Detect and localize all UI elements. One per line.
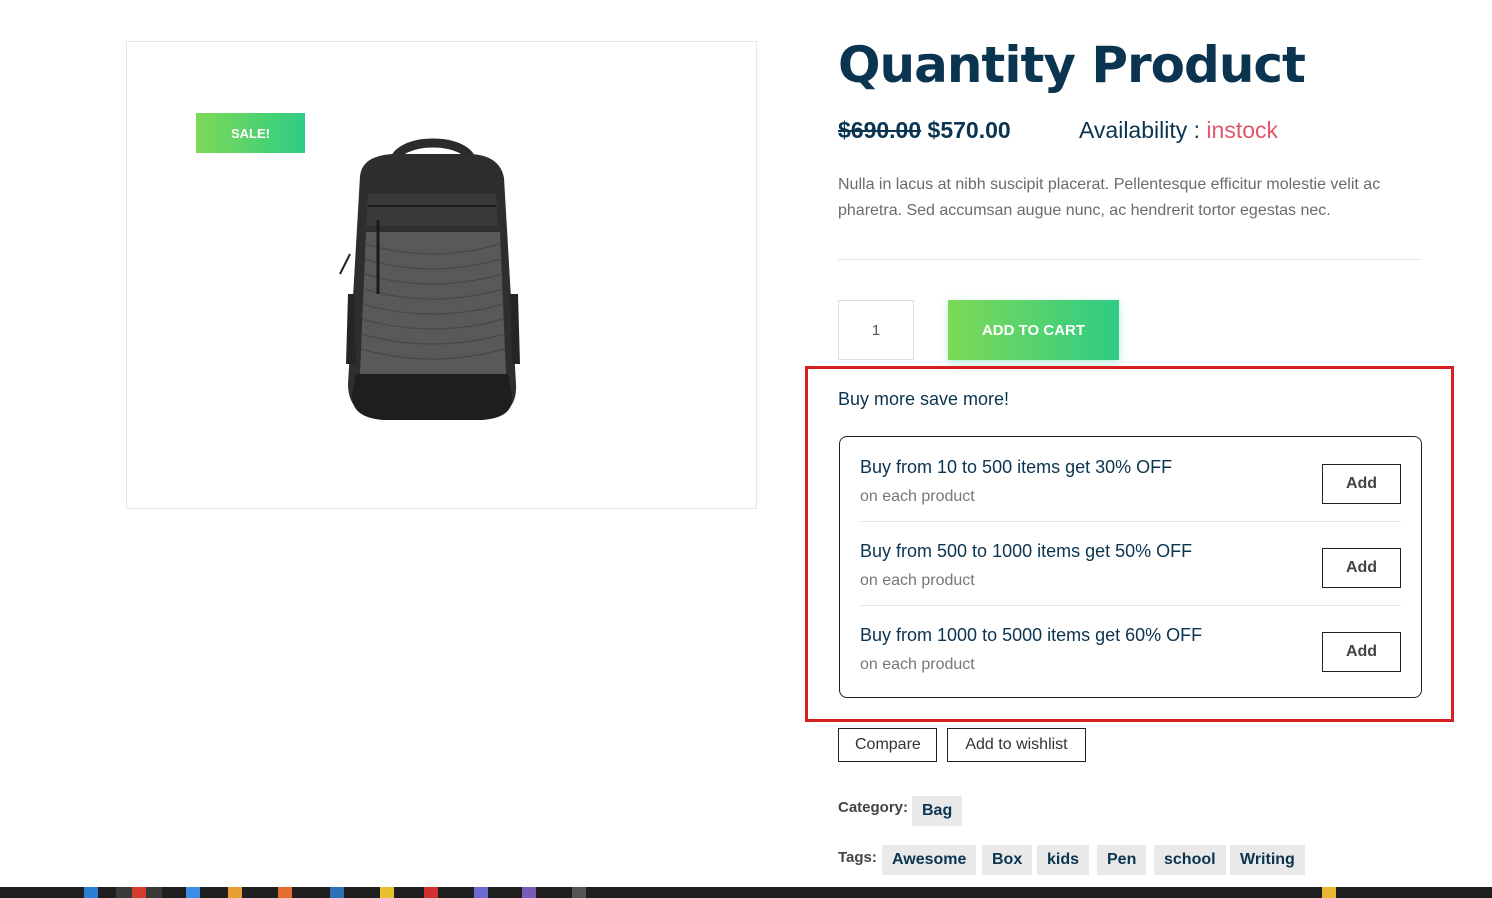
compare-button[interactable]: Compare bbox=[838, 728, 937, 762]
taskbar-app-icon[interactable] bbox=[522, 887, 536, 898]
tag-link[interactable]: Pen bbox=[1097, 845, 1147, 875]
sale-price: $570.00 bbox=[927, 117, 1011, 143]
regular-price: $690.00 bbox=[838, 117, 922, 143]
product-gallery: SALE! bbox=[126, 41, 757, 509]
category-link[interactable]: Bag bbox=[912, 796, 963, 826]
offer-add-button[interactable]: Add bbox=[1322, 632, 1401, 672]
tag-link[interactable]: Writing bbox=[1230, 845, 1305, 875]
chrome-icon[interactable] bbox=[132, 887, 146, 898]
offer-item: Buy from 500 to 1000 items get 50% OFF o… bbox=[860, 521, 1401, 606]
offer-item: Buy from 10 to 500 items get 30% OFF on … bbox=[860, 437, 1401, 522]
offer-add-button[interactable]: Add bbox=[1322, 464, 1401, 504]
sale-badge: SALE! bbox=[196, 113, 305, 153]
offer-title: Buy from 500 to 1000 items get 50% OFF bbox=[860, 541, 1193, 561]
taskbar-app-icon[interactable] bbox=[424, 887, 438, 898]
tag-link[interactable]: Box bbox=[982, 845, 1033, 875]
quantity-input[interactable] bbox=[838, 300, 914, 360]
tag-link[interactable]: kids bbox=[1037, 845, 1090, 875]
add-to-cart-button[interactable]: ADD TO CART bbox=[948, 300, 1119, 360]
category-label: Category: bbox=[838, 799, 909, 816]
taskbar-app-icon[interactable] bbox=[278, 887, 292, 898]
taskbar-app-icon[interactable] bbox=[330, 887, 344, 898]
offer-add-button[interactable]: Add bbox=[1322, 548, 1401, 588]
taskbar-app-icon[interactable] bbox=[186, 887, 200, 898]
offers-list: Buy from 10 to 500 items get 30% OFF on … bbox=[839, 436, 1422, 698]
availability-status: instock bbox=[1206, 117, 1279, 143]
offer-subtitle: on each product bbox=[860, 572, 975, 589]
product-title: Quantity Product bbox=[838, 36, 1306, 94]
backpack-product-image[interactable] bbox=[332, 134, 532, 426]
folder-icon[interactable] bbox=[228, 887, 242, 898]
offer-item: Buy from 1000 to 5000 items get 60% OFF … bbox=[860, 605, 1401, 689]
offer-subtitle: on each product bbox=[860, 656, 975, 673]
offers-heading: Buy more save more! bbox=[838, 389, 1010, 409]
offer-title: Buy from 1000 to 5000 items get 60% OFF bbox=[860, 625, 1203, 645]
taskbar-app-icon[interactable] bbox=[380, 887, 394, 898]
product-description: Nulla in lacus at nibh suscipit placerat… bbox=[838, 176, 1381, 219]
tag-link[interactable]: Awesome bbox=[882, 845, 977, 875]
taskbar-app-icon[interactable] bbox=[84, 887, 98, 898]
taskbar bbox=[0, 887, 1492, 898]
offer-subtitle: on each product bbox=[860, 488, 975, 505]
availability: Availability : instock bbox=[1079, 117, 1278, 144]
taskbar-app-icon[interactable] bbox=[474, 887, 488, 898]
taskbar-app-icon[interactable] bbox=[572, 887, 586, 898]
price: $690.00 $570.00 bbox=[838, 117, 1011, 144]
availability-label: Availability : bbox=[1079, 117, 1207, 143]
add-to-wishlist-button[interactable]: Add to wishlist bbox=[947, 728, 1086, 762]
offer-title: Buy from 10 to 500 items get 30% OFF bbox=[860, 457, 1173, 477]
divider bbox=[838, 259, 1421, 260]
tag-link[interactable]: school bbox=[1154, 845, 1226, 875]
tags-label: Tags: bbox=[838, 849, 877, 866]
tray-icon[interactable] bbox=[1322, 887, 1336, 898]
